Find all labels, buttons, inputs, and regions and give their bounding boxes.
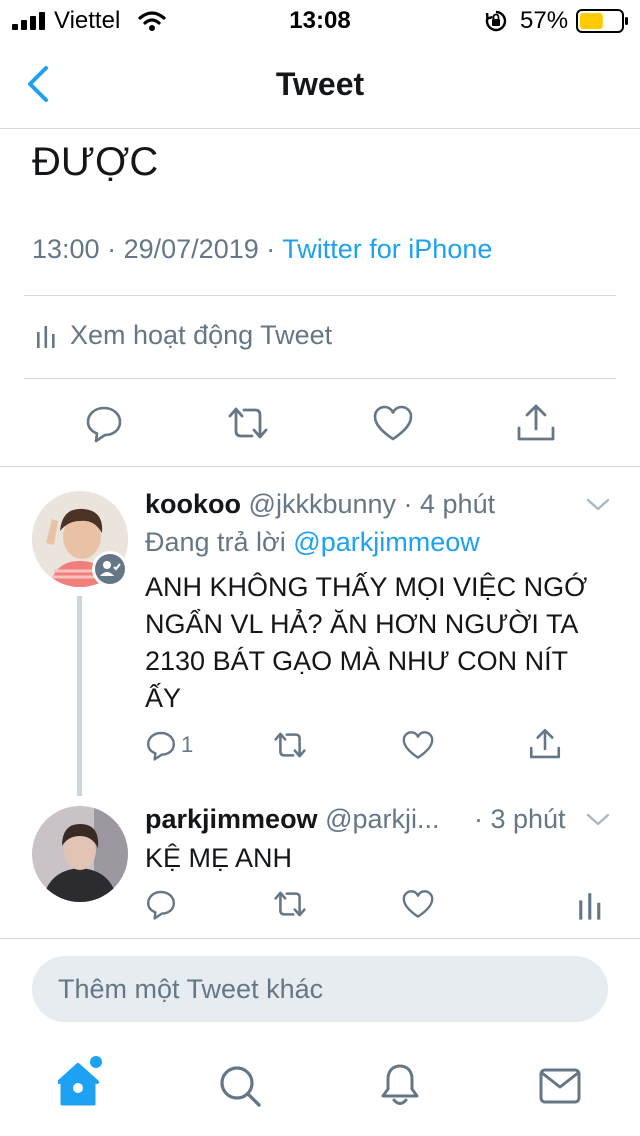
replying-to: Đang trả lời @parkjimmeow bbox=[145, 527, 480, 558]
activity-label: Xem hoạt động Tweet bbox=[70, 320, 333, 350]
tab-messages[interactable] bbox=[539, 1068, 581, 1104]
text-line: NGẨN VL HẢ? ĂN HƠN NGƯỜI TA bbox=[145, 609, 579, 639]
compose-reply-input[interactable]: Thêm một Tweet khác bbox=[32, 956, 608, 1022]
tweet-date: 29/07/2019 bbox=[123, 234, 259, 264]
retweet-icon bbox=[228, 407, 268, 439]
follow-badge bbox=[92, 551, 128, 587]
thread-line bbox=[77, 596, 82, 796]
like-button[interactable] bbox=[372, 404, 414, 442]
tab-bar bbox=[0, 1040, 640, 1136]
reply-button[interactable]: 1 bbox=[145, 729, 193, 763]
reply-tweet[interactable]: kookoo @jkkkbunny · 4 phút Đang trả lời … bbox=[0, 467, 640, 796]
heart-icon bbox=[402, 731, 434, 759]
reply-icon bbox=[86, 406, 122, 443]
caret-button[interactable] bbox=[584, 495, 612, 515]
share-button[interactable] bbox=[515, 402, 557, 444]
user-handle[interactable]: @parkji... bbox=[325, 804, 439, 834]
mention-link[interactable]: @parkjimmeow bbox=[293, 527, 479, 557]
text-line: ẤY bbox=[145, 683, 182, 713]
replying-prefix: Đang trả lời bbox=[145, 527, 286, 557]
home-icon bbox=[58, 1056, 102, 1106]
heart-icon bbox=[373, 405, 413, 441]
reply-icon bbox=[147, 890, 175, 920]
avatar[interactable] bbox=[32, 806, 128, 902]
reply-button[interactable] bbox=[145, 888, 177, 920]
search-icon bbox=[220, 1066, 261, 1107]
tweet-source-link[interactable]: Twitter for iPhone bbox=[282, 234, 492, 264]
nav-bar: Tweet bbox=[0, 40, 640, 129]
user-check-icon bbox=[95, 554, 125, 584]
status-bar: Viettel 13:08 57% bbox=[0, 0, 640, 40]
meta-separator: · bbox=[107, 234, 117, 264]
share-icon bbox=[517, 404, 555, 441]
text-line: ANH KHÔNG THẤY MỌI VIỆC NGỚ bbox=[145, 572, 588, 602]
retweet-icon bbox=[274, 891, 306, 917]
retweet-icon bbox=[274, 732, 306, 758]
reply-tweet[interactable]: parkjimmeow @parkji... · 3 phút KỆ MẸ AN… bbox=[0, 790, 640, 938]
caret-button[interactable] bbox=[584, 810, 612, 830]
tab-notifications[interactable] bbox=[380, 1062, 420, 1108]
chevron-down-icon bbox=[586, 813, 610, 826]
display-name[interactable]: parkjimmeow bbox=[145, 804, 318, 834]
reply-header: kookoo @jkkkbunny · 4 phút bbox=[145, 489, 495, 520]
analytics-button[interactable] bbox=[578, 888, 602, 920]
tweet-time: 13:00 bbox=[32, 234, 100, 264]
bell-icon bbox=[381, 1064, 419, 1105]
retweet-button[interactable] bbox=[226, 403, 270, 443]
divider bbox=[24, 378, 616, 379]
rotation-lock-icon bbox=[484, 9, 508, 33]
reply-text: KỆ MẸ ANH bbox=[145, 843, 293, 873]
reply-header: parkjimmeow @parkji... bbox=[145, 804, 440, 835]
heart-icon bbox=[402, 890, 434, 918]
bar-chart-icon bbox=[36, 322, 56, 348]
retweet-button[interactable] bbox=[272, 729, 308, 761]
retweet-button[interactable] bbox=[272, 888, 308, 920]
share-button[interactable] bbox=[528, 727, 562, 761]
share-icon bbox=[529, 728, 561, 759]
text-line: 2130 BÁT GẠO MÀ NHƯ CON NÍT bbox=[145, 646, 569, 676]
tab-search[interactable] bbox=[218, 1064, 262, 1108]
tweet-time: · 4 phút bbox=[403, 489, 496, 519]
tweet-text: ĐƯỢC bbox=[32, 140, 159, 184]
like-button[interactable] bbox=[401, 730, 435, 760]
reply-button[interactable] bbox=[84, 403, 124, 443]
compose-placeholder: Thêm một Tweet khác bbox=[58, 974, 324, 1004]
tab-home[interactable] bbox=[58, 1056, 106, 1108]
reply-text: ANH KHÔNG THẤY MỌI VIỆC NGỚ NGẨN VL HẢ? … bbox=[145, 569, 615, 717]
reply-icon bbox=[147, 731, 175, 761]
page-title: Tweet bbox=[275, 66, 365, 102]
chevron-down-icon bbox=[586, 498, 610, 511]
battery-icon bbox=[576, 9, 630, 33]
display-name[interactable]: kookoo bbox=[145, 489, 241, 519]
mail-icon bbox=[539, 1068, 581, 1104]
divider bbox=[0, 938, 640, 939]
battery-percent: 57% bbox=[520, 7, 569, 34]
reply-count: 1 bbox=[181, 732, 194, 757]
meta-separator: · bbox=[266, 234, 276, 264]
tweet-meta: 13:00 · 29/07/2019 · Twitter for iPhone bbox=[32, 234, 492, 265]
divider bbox=[24, 295, 616, 296]
user-handle[interactable]: @jkkkbunny bbox=[249, 489, 396, 519]
tweet-time: · 3 phút bbox=[474, 804, 566, 834]
bar-chart-icon bbox=[579, 893, 601, 920]
tweet-activity-link[interactable]: Xem hoạt động Tweet bbox=[36, 320, 332, 351]
like-button[interactable] bbox=[401, 889, 435, 919]
